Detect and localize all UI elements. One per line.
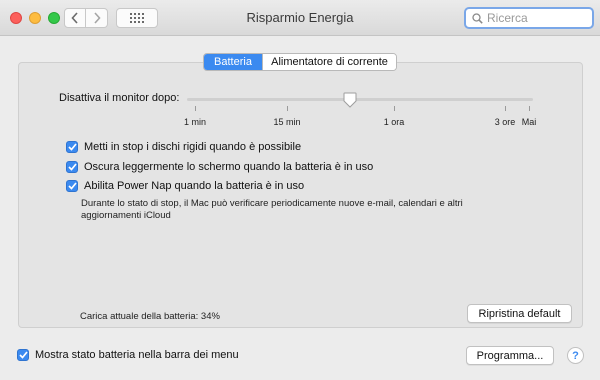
search-field[interactable] bbox=[464, 7, 594, 29]
slider-tick-label: 1 ora bbox=[383, 117, 405, 127]
slider-tick bbox=[505, 106, 506, 111]
option-label: Metti in stop i dischi rigidi quando è p… bbox=[84, 141, 302, 153]
slider-thumb[interactable] bbox=[343, 92, 357, 108]
option-disk-sleep[interactable]: Metti in stop i dischi rigidi quando è p… bbox=[66, 141, 301, 153]
title-bar: Risparmio Energia bbox=[0, 0, 600, 36]
slider-tick-label: Mai bbox=[521, 117, 537, 127]
checkbox[interactable] bbox=[66, 141, 78, 153]
option-power-nap[interactable]: Abilita Power Nap quando la batteria è i… bbox=[66, 180, 304, 192]
tab-battery[interactable]: Batteria bbox=[204, 54, 262, 70]
help-button[interactable]: ? bbox=[567, 347, 584, 364]
checkmark-icon bbox=[67, 143, 77, 151]
slider-tick bbox=[394, 106, 395, 111]
option-label: Mostra stato batteria nella barra dei me… bbox=[35, 349, 239, 361]
display-sleep-slider[interactable] bbox=[187, 98, 533, 101]
power-nap-description: Durante lo stato di stop, il Mac può ver… bbox=[81, 198, 463, 221]
slider-tick bbox=[195, 106, 196, 111]
checkbox[interactable] bbox=[66, 180, 78, 192]
checkmark-icon bbox=[67, 163, 77, 171]
schedule-button[interactable]: Programma... bbox=[466, 346, 554, 365]
search-input[interactable] bbox=[487, 11, 587, 25]
slider-tick-label: 15 min bbox=[273, 117, 301, 127]
option-show-battery-menu[interactable]: Mostra stato batteria nella barra dei me… bbox=[17, 349, 239, 361]
checkmark-icon bbox=[18, 351, 28, 359]
slider-tick bbox=[287, 106, 288, 111]
system-preferences-window: Risparmio Energia Batteria Alimentatore … bbox=[0, 0, 600, 380]
option-label: Abilita Power Nap quando la batteria è i… bbox=[84, 180, 305, 192]
checkmark-icon bbox=[67, 182, 77, 190]
checkbox[interactable] bbox=[17, 349, 29, 361]
display-sleep-label: Disattiva il monitor dopo: bbox=[59, 92, 180, 104]
slider-tick-label: 3 ore bbox=[494, 117, 516, 127]
tab-bar: Batteria Alimentatore di corrente bbox=[203, 53, 397, 71]
tab-power-adapter[interactable]: Alimentatore di corrente bbox=[262, 54, 396, 70]
restore-defaults-button[interactable]: Ripristina default bbox=[467, 304, 572, 323]
option-dim-display[interactable]: Oscura leggermente lo schermo quando la … bbox=[66, 161, 373, 173]
checkbox[interactable] bbox=[66, 161, 78, 173]
option-label: Oscura leggermente lo schermo quando la … bbox=[84, 161, 374, 173]
search-icon bbox=[472, 12, 483, 24]
battery-status: Carica attuale della batteria: 34% bbox=[80, 311, 220, 322]
slider-tick bbox=[529, 106, 530, 111]
slider-tick-label: 1 min bbox=[183, 117, 207, 127]
